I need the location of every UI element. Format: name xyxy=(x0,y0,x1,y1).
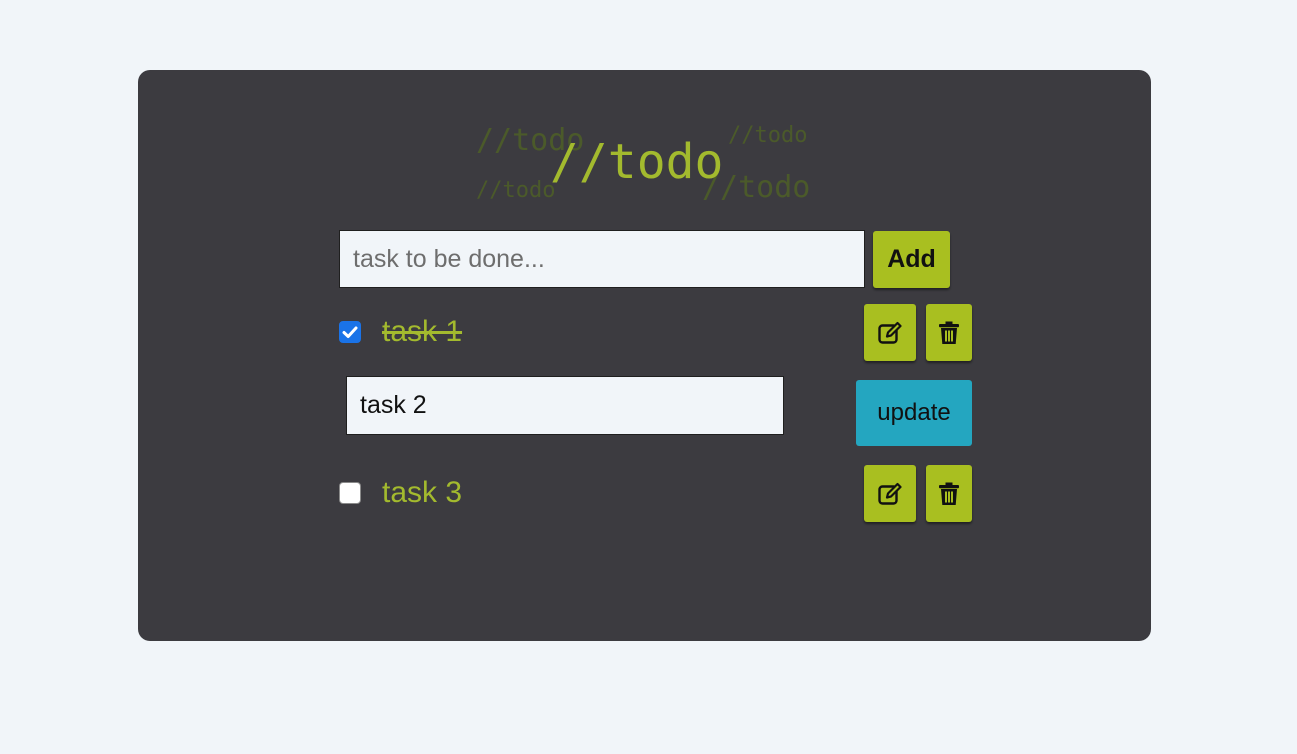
update-task-button[interactable]: update xyxy=(856,380,972,446)
task-label: task 3 xyxy=(382,476,463,509)
task-checkbox[interactable] xyxy=(339,482,361,504)
new-task-input[interactable] xyxy=(339,230,865,288)
delete-task-button[interactable] xyxy=(926,304,972,361)
trash-icon xyxy=(939,482,959,505)
trash-icon xyxy=(939,321,959,344)
task-checkbox[interactable] xyxy=(339,321,361,343)
todo-card: //todo //todo //todo //todo //todo Add t… xyxy=(138,70,1151,641)
app-title: //todo xyxy=(550,134,724,190)
add-task-button[interactable]: Add xyxy=(873,231,950,288)
task-item-editing: update xyxy=(138,376,1151,446)
edit-task-input[interactable] xyxy=(346,376,784,435)
edit-task-button[interactable] xyxy=(864,304,916,361)
title-area: //todo //todo //todo //todo //todo xyxy=(138,70,1151,220)
task-label: task 1 xyxy=(382,315,463,348)
edit-task-button[interactable] xyxy=(864,465,916,522)
checkmark-icon xyxy=(342,326,358,338)
title-echo: //todo xyxy=(728,123,808,148)
task-item: task 3 xyxy=(138,465,1151,523)
edit-icon xyxy=(878,321,902,344)
title-echo: //todo xyxy=(476,178,556,203)
task-item: task 1 xyxy=(138,304,1151,362)
delete-task-button[interactable] xyxy=(926,465,972,522)
edit-icon xyxy=(878,482,902,505)
